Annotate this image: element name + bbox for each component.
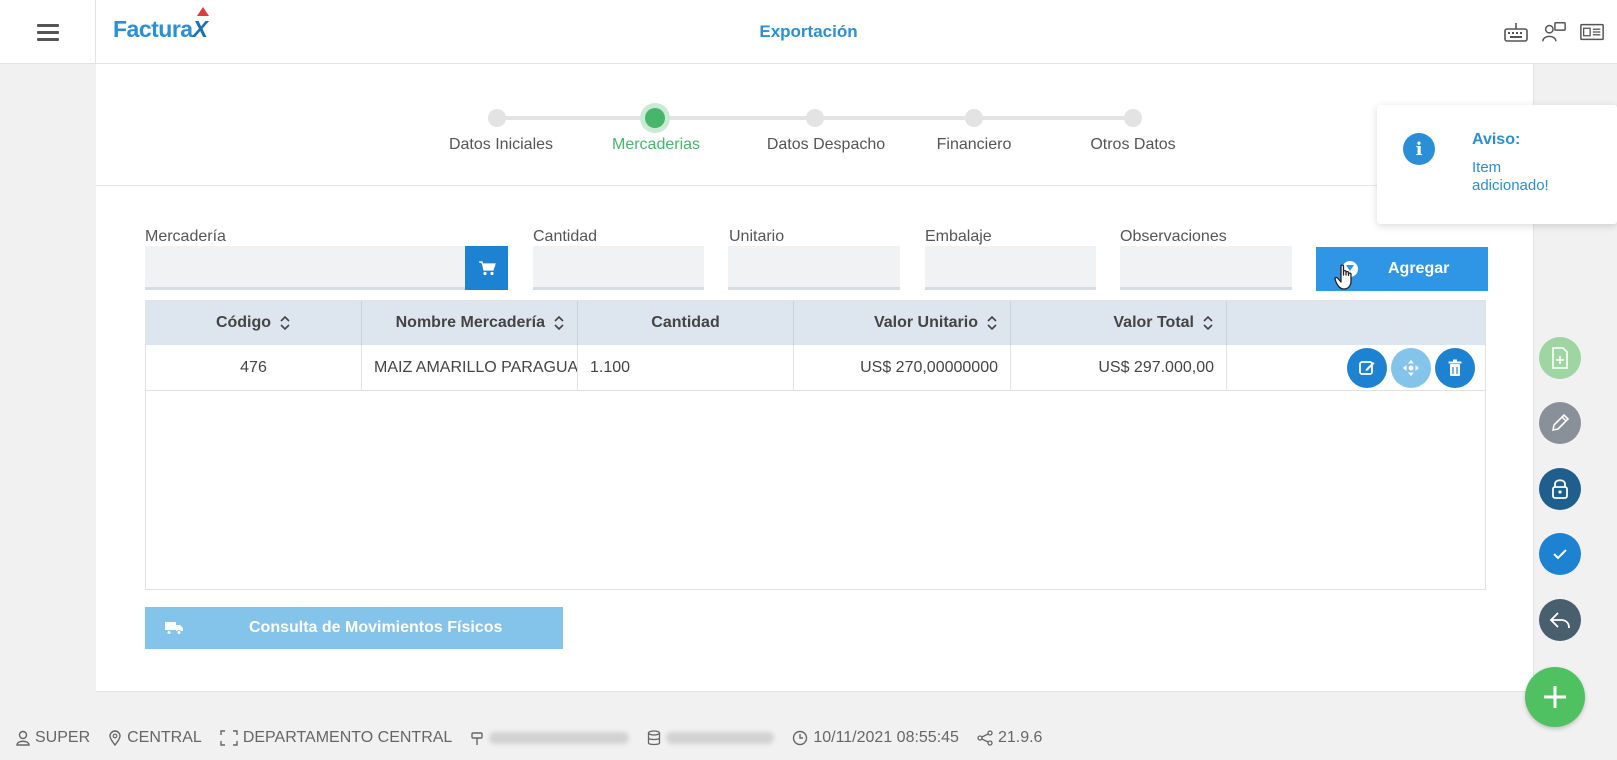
edit-document-button[interactable] [1539, 402, 1581, 444]
status-database [647, 730, 775, 746]
mercaderia-input[interactable] [145, 246, 465, 290]
reply-icon [1549, 612, 1570, 629]
col-cantidad[interactable]: Cantidad [578, 301, 794, 345]
edit-row-button[interactable] [1347, 348, 1387, 388]
mercaderia-label: Mercadería [145, 228, 226, 245]
file-plus-icon [1552, 347, 1568, 369]
step-dot-datos-despacho[interactable] [806, 109, 824, 127]
lock-document-button[interactable] [1539, 468, 1581, 510]
plus-icon [1544, 686, 1566, 708]
step-datos-despacho[interactable]: Datos Despacho [767, 136, 885, 154]
database-icon [648, 730, 661, 746]
sort-icon [1203, 316, 1213, 330]
step-dot-datos-iniciales[interactable] [488, 109, 506, 127]
step-mercaderias[interactable]: Mercaderias [612, 136, 700, 154]
col-cantidad-label: Cantidad [651, 314, 720, 331]
cell-acciones [1227, 345, 1485, 391]
col-valor-total[interactable]: Valor Total [1011, 301, 1227, 345]
consulta-label: Consulta de Movimientos Físicos [249, 619, 503, 636]
observaciones-input[interactable] [1120, 246, 1292, 290]
col-nombre-label: Nombre Mercadería [395, 314, 545, 331]
trash-icon [1448, 359, 1462, 376]
step-dot-otros-datos[interactable] [1124, 109, 1142, 127]
sort-icon [987, 316, 997, 330]
new-document-button[interactable] [1539, 337, 1581, 379]
embalaje-label: Embalaje [925, 228, 992, 245]
embalaje-input[interactable] [925, 246, 1096, 290]
plug-icon [471, 732, 484, 745]
company-name-redacted [489, 732, 630, 744]
keyboard-icon[interactable] [1503, 20, 1529, 44]
confirm-button[interactable] [1539, 533, 1581, 575]
toast-title: Aviso: [1472, 131, 1521, 148]
cell-valor-total: US$ 297.000,00 [1011, 345, 1227, 391]
cell-valor-unitario: US$ 270,00000000 [794, 345, 1011, 391]
info-icon: i [1403, 133, 1435, 165]
observaciones-label: Observaciones [1120, 228, 1227, 245]
cell-cantidad: 1.100 [578, 345, 794, 391]
mercaderias-table: Código Nombre Mercadería Cantidad Valor … [145, 300, 1486, 590]
database-name-redacted [666, 732, 775, 744]
aviso-toast[interactable]: i Aviso: Item adicionado! [1377, 105, 1617, 224]
sort-icon [554, 316, 564, 330]
col-valor-total-label: Valor Total [1113, 314, 1194, 331]
pencil-icon [1551, 413, 1570, 432]
status-user: SUPER [16, 729, 90, 747]
cell-codigo: 476 [146, 345, 362, 391]
share-icon [977, 730, 993, 746]
lock-icon [1552, 479, 1568, 499]
status-version: 21.9.6 [977, 729, 1042, 747]
step-datos-iniciales[interactable]: Datos Iniciales [449, 136, 553, 154]
hand-cursor-icon [1334, 264, 1352, 290]
consulta-movimientos-button[interactable]: Consulta de Movimientos Físicos [145, 607, 563, 649]
status-bar: SUPER CENTRAL DEPARTAMENTO CENTRAL 10/11… [16, 727, 1060, 749]
col-codigo[interactable]: Código [146, 301, 362, 345]
col-nombre[interactable]: Nombre Mercadería [362, 301, 578, 345]
cart-icon [478, 261, 496, 276]
table-row[interactable]: 476 MAIZ AMARILLO PARAGUAYO 1.100 US$ 27… [146, 345, 1485, 391]
col-valor-unitario-label: Valor Unitario [873, 314, 978, 331]
add-fab-button[interactable] [1525, 667, 1585, 727]
truck-icon [165, 622, 183, 635]
user-chat-icon[interactable] [1541, 20, 1567, 44]
edit-icon [1359, 361, 1375, 375]
unitario-input[interactable] [728, 246, 900, 290]
cantidad-label: Cantidad [533, 228, 598, 245]
stepper: Datos Iniciales Mercaderias Datos Despac… [96, 64, 1534, 186]
move-row-button[interactable] [1391, 348, 1431, 388]
user-icon [16, 730, 30, 746]
step-dot-mercaderias[interactable] [645, 108, 665, 128]
map-pin-icon [109, 730, 121, 746]
back-button[interactable] [1539, 599, 1581, 641]
move-icon [1403, 360, 1419, 376]
agregar-label: Agregar [1388, 260, 1450, 277]
status-department: DEPARTAMENTO CENTRAL [220, 729, 452, 747]
cantidad-input[interactable] [533, 246, 704, 290]
status-location: CENTRAL [108, 729, 202, 747]
status-datetime: 10/11/2021 08:55:45 [792, 729, 959, 747]
col-codigo-label: Código [215, 314, 272, 331]
step-otros-datos[interactable]: Otros Datos [1090, 136, 1175, 154]
status-company [470, 730, 630, 746]
cell-nombre: MAIZ AMARILLO PARAGUAYO [362, 345, 578, 391]
delete-row-button[interactable] [1435, 348, 1475, 388]
col-acciones [1227, 301, 1485, 345]
id-card-icon[interactable] [1579, 20, 1605, 44]
toast-message: Item adicionado! [1472, 159, 1549, 194]
step-dot-financiero[interactable] [965, 109, 983, 127]
unitario-label: Unitario [729, 228, 785, 245]
check-icon [1553, 549, 1567, 560]
top-bar: FacturaX Exportación [0, 0, 1617, 64]
frame-icon [220, 730, 238, 746]
page-title: Exportación [759, 22, 858, 41]
table-header: Código Nombre Mercadería Cantidad Valor … [146, 301, 1485, 345]
main-card: Datos Iniciales Mercaderias Datos Despac… [96, 64, 1534, 692]
search-mercaderia-button[interactable] [465, 246, 508, 290]
col-valor-unitario[interactable]: Valor Unitario [794, 301, 1011, 345]
step-financiero[interactable]: Financiero [937, 136, 1012, 154]
sort-icon [280, 316, 290, 330]
clock-icon [793, 730, 808, 746]
